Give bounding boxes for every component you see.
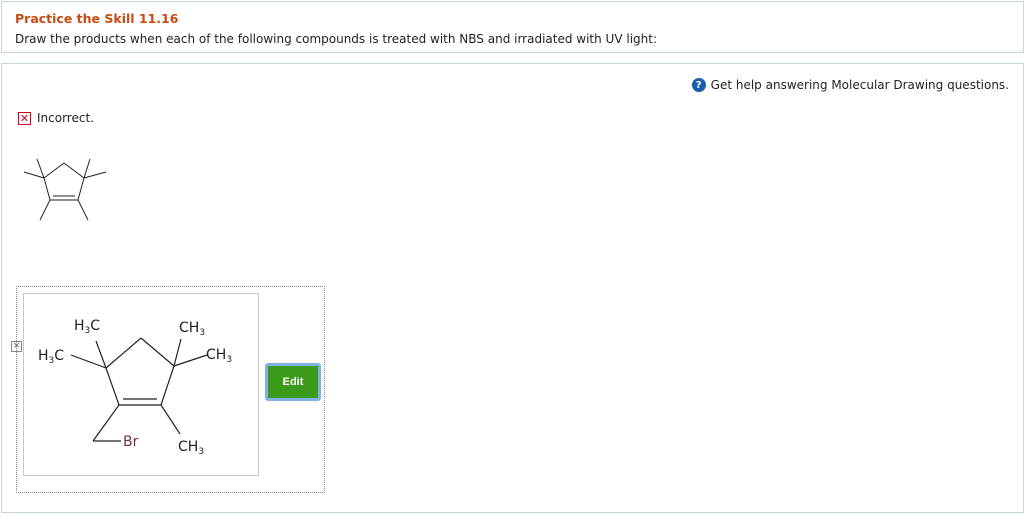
answer-panel: ? Get help answering Molecular Drawing q… xyxy=(1,63,1024,513)
label-br: Br xyxy=(123,434,139,450)
molecule-canvas[interactable]: H3C H3C CH3 CH3 CH3 Br xyxy=(23,293,259,476)
edit-button[interactable]: Edit xyxy=(265,363,321,401)
feedback-text: Incorrect. xyxy=(37,111,94,125)
label-h3c-top: H3C xyxy=(74,318,100,336)
label-ch3-top: CH3 xyxy=(179,320,205,338)
question-title: Practice the Skill 11.16 xyxy=(15,11,179,26)
help-link[interactable]: ? Get help answering Molecular Drawing q… xyxy=(691,78,1009,92)
reactant-structure xyxy=(23,158,107,221)
molecule-drawing-area: H3C H3C CH3 CH3 CH3 Br Edit xyxy=(16,286,325,493)
product-structure: H3C H3C CH3 CH3 CH3 Br xyxy=(38,318,232,457)
label-h3c-left: H3C xyxy=(38,348,64,366)
label-ch3-right: CH3 xyxy=(206,347,232,365)
question-circle-icon: ? xyxy=(691,78,706,92)
question-prompt: Draw the products when each of the follo… xyxy=(15,32,658,46)
help-text[interactable]: Get help answering Molecular Drawing que… xyxy=(711,78,1009,92)
feedback-status: ✕ Incorrect. xyxy=(18,111,94,125)
question-header: Practice the Skill 11.16 Draw the produc… xyxy=(1,1,1024,53)
label-ch3-bottom: CH3 xyxy=(178,439,204,457)
x-box-icon: ✕ xyxy=(18,111,31,125)
